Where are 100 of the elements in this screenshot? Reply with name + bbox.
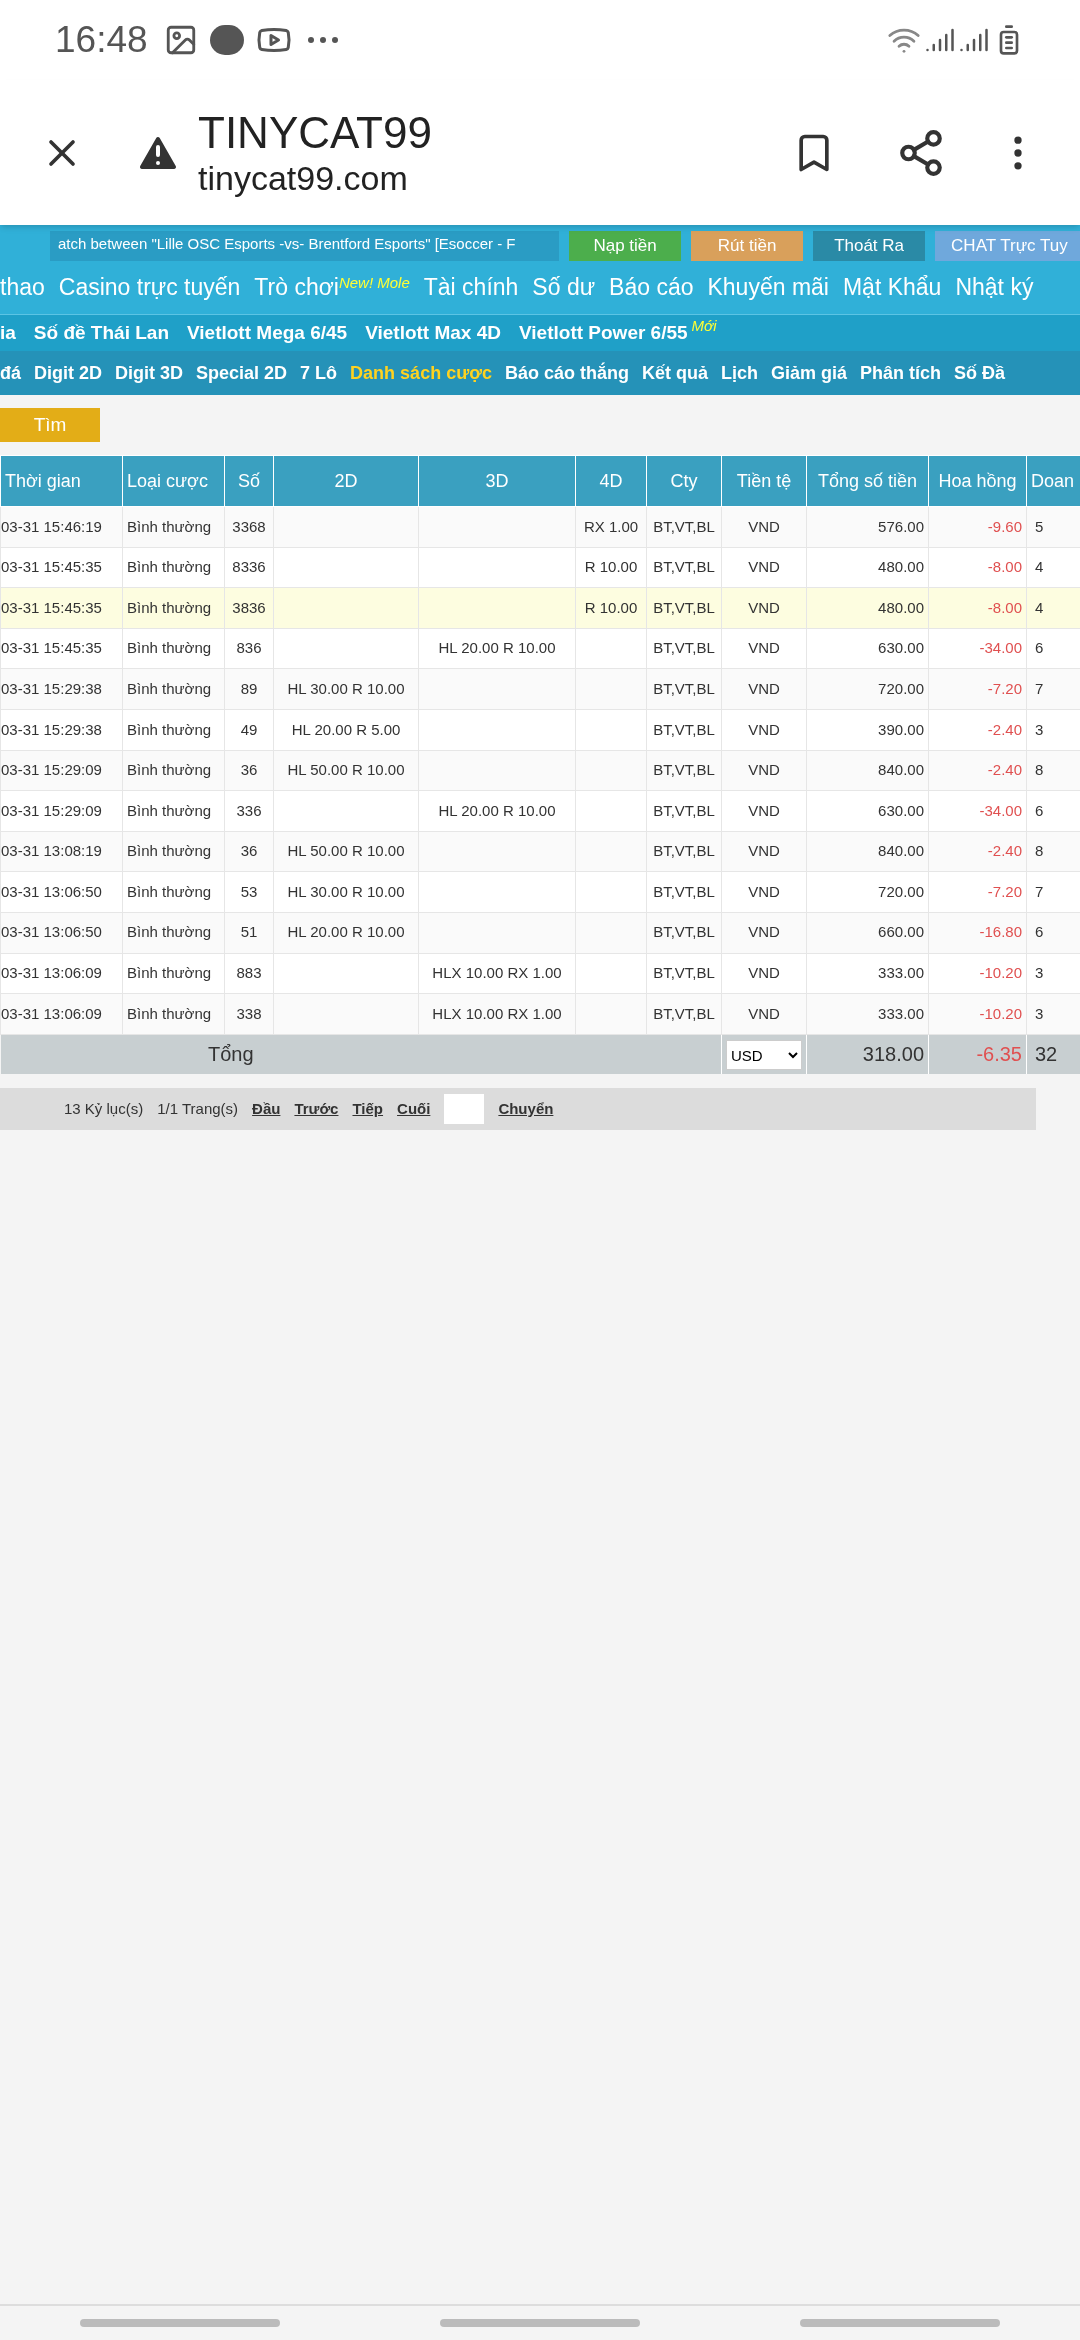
column-header: Tiền tệ <box>721 455 807 507</box>
table-cell: Bình thường <box>127 964 212 982</box>
lottery-link[interactable]: Vietlott Max 4D <box>365 318 501 348</box>
nav-link[interactable]: Số dư <box>532 270 596 305</box>
table-cell: 8336 <box>232 558 266 576</box>
nav-link[interactable]: Nhật ký <box>955 270 1034 305</box>
table-cell: Bình thường <box>127 720 212 738</box>
table-cell: 333.00 <box>878 1004 924 1022</box>
sub-nav-tab[interactable]: Phân tích <box>860 359 942 387</box>
table-cell: 03-31 15:29:38 <box>1 679 102 697</box>
table-cell: 03-31 15:29:09 <box>1 801 102 819</box>
table-cell: 49 <box>240 720 258 738</box>
nav-link[interactable]: Casino trực tuyến <box>58 270 241 305</box>
table-cell: -8.00 <box>987 598 1022 616</box>
banner-button[interactable]: Nạp tiền <box>569 231 682 261</box>
table-cell: HLX 10.00 RX 1.00 <box>432 964 562 982</box>
page-input[interactable] <box>444 1094 485 1125</box>
column-header: Cty <box>646 455 722 507</box>
go-link[interactable]: Chuyển <box>498 1097 554 1121</box>
nav-link[interactable]: thao <box>0 270 45 305</box>
search-button[interactable]: Tìm <box>0 408 100 442</box>
sub-nav-tab[interactable]: Giảm giá <box>771 359 848 387</box>
sub-nav-tab[interactable]: Báo cáo thắng <box>505 359 629 387</box>
table-cell: -7.20 <box>987 882 1022 900</box>
column-header: Thời gian <box>0 455 123 507</box>
table-cell: 03-31 15:46:19 <box>1 517 102 535</box>
sub-nav-tab[interactable]: 7 Lô <box>300 359 338 387</box>
nav-link[interactable]: Khuyến mãi <box>707 270 829 305</box>
table-row[interactable]: 03-31 13:06:09 Bình thường 883 HLX 10.00 RX 1.00 BT,VT,BL VND 333.00 -10.20 3 <box>0 953 1080 994</box>
table-cell: 480.00 <box>878 598 924 616</box>
table-cell: -34.00 <box>979 639 1022 657</box>
nav-link[interactable]: Trò chơi$^{New! Mole}$ <box>254 270 410 305</box>
table-row[interactable]: 03-31 15:29:38 Bình thường 49 HL 20.00 R 5.00 BT,VT,BL VND 390.00 -2.40 3 <box>0 709 1080 751</box>
table-cell: BT,VT,BL <box>653 1004 715 1022</box>
table-cell: -34.00 <box>979 801 1022 819</box>
table-cell: 36 <box>240 761 258 779</box>
table-cell: -2.40 <box>987 761 1022 779</box>
sub-nav-tab[interactable]: Digit 3D <box>115 359 184 387</box>
table-row[interactable]: 03-31 15:45:35 Bình thường 836 HL 20.00 R 10.00 BT,VT,BL VND 630.00 -34.00 6 <box>0 628 1080 669</box>
table-cell: 6 <box>1035 639 1044 657</box>
table-cell: 8 <box>1035 761 1044 779</box>
table-cell: VND <box>748 598 780 616</box>
table-row[interactable]: 03-31 15:29:09 Bình thường 336 HL 20.00 R 10.00 BT,VT,BL VND 630.00 -34.00 6 <box>0 790 1080 832</box>
table-row[interactable]: 03-31 13:08:19 Bình thường 36 HL 50.00 R 10.00 BT,VT,BL VND 840.00 -2.40 8 <box>0 831 1080 872</box>
sub-nav-tab[interactable]: đá <box>0 359 21 387</box>
table-cell: BT,VT,BL <box>653 882 715 900</box>
column-header: Số <box>224 455 274 507</box>
table-row[interactable]: 03-31 13:06:50 Bình thường 51 HL 20.00 R 10.00 BT,VT,BL VND 660.00 -16.80 6 <box>0 912 1080 954</box>
sub-nav-tab[interactable]: Kết quả <box>642 359 709 387</box>
table-cell: 836 <box>236 639 262 657</box>
table-cell: BT,VT,BL <box>653 558 715 576</box>
table-row[interactable]: 03-31 15:45:35 Bình thường 8336 R 10.00 BT,VT,BL VND 480.00 -8.00 4 <box>0 547 1080 588</box>
sub-nav-tab[interactable]: Digit 2D <box>34 359 103 387</box>
table-cell: 03-31 13:06:09 <box>1 1004 102 1022</box>
lottery-link[interactable]: Vietlott Mega 6/45 <box>187 318 348 348</box>
banner-button[interactable]: Rút tiền <box>691 231 804 261</box>
table-cell: VND <box>748 842 780 860</box>
table-row[interactable]: 03-31 15:29:09 Bình thường 36 HL 50.00 R 10.00 BT,VT,BL VND 840.00 -2.40 8 <box>0 750 1080 791</box>
nav-link[interactable]: Báo cáo <box>609 270 694 305</box>
table-cell: 333.00 <box>878 964 924 982</box>
table-row[interactable]: 03-31 15:46:19 Bình thường 3368 RX 1.00 BT,VT,BL VND 576.00 -9.60 5 <box>0 506 1080 548</box>
table-cell: VND <box>748 517 780 535</box>
table-cell: 390.00 <box>878 720 924 738</box>
banner-button[interactable]: Thoát Ra <box>813 231 926 261</box>
table-cell: 336 <box>236 801 262 819</box>
page-link[interactable]: Trước <box>294 1097 339 1121</box>
table-cell: 840.00 <box>878 842 924 860</box>
table-cell: -7.20 <box>987 679 1022 697</box>
table-cell: -10.20 <box>979 1004 1022 1022</box>
page-link[interactable]: Đầu <box>252 1097 281 1121</box>
table-row[interactable]: 03-31 15:29:38 Bình thường 89 HL 30.00 R 10.00 BT,VT,BL VND 720.00 -7.20 7 <box>0 668 1080 710</box>
table-cell: Bình thường <box>127 923 212 941</box>
lottery-link[interactable]: ia <box>0 318 16 348</box>
sub-nav-tab[interactable]: Số Đầ <box>954 359 1006 387</box>
table-cell: 576.00 <box>878 517 924 535</box>
table-cell: RX 1.00 <box>583 517 639 535</box>
sub-nav-tab[interactable]: Lịch <box>721 359 759 387</box>
table-cell: 6 <box>1035 923 1044 941</box>
table-cell: VND <box>748 761 780 779</box>
lottery-link[interactable]: Vietlott Power 6/55 $^{Mới}$ <box>519 318 717 348</box>
table-cell: 51 <box>240 923 258 941</box>
table-row[interactable]: 03-31 13:06:50 Bình thường 53 HL 30.00 R 10.00 BT,VT,BL VND 720.00 -7.20 7 <box>0 871 1080 913</box>
nav-link[interactable]: Mật Khẩu <box>842 270 942 305</box>
table-cell: 630.00 <box>878 639 924 657</box>
sub-nav-tab[interactable]: Danh sách cược <box>350 359 492 387</box>
sub-nav-tab[interactable]: Special 2D <box>196 359 288 387</box>
page-link[interactable]: Tiếp <box>352 1097 384 1121</box>
table-cell: Bình thường <box>127 801 212 819</box>
table-cell: HL 30.00 R 10.00 <box>287 882 405 900</box>
table-cell: 720.00 <box>878 882 924 900</box>
table-row[interactable]: 03-31 15:45:35 Bình thường 3836 R 10.00 BT,VT,BL VND 480.00 -8.00 4 <box>0 587 1080 629</box>
table-cell: Bình thường <box>127 1004 212 1022</box>
page-link[interactable]: Cuối <box>397 1097 431 1121</box>
lottery-link[interactable]: Số đề Thái Lan <box>33 318 169 348</box>
currency-select[interactable]: USD <box>726 1040 802 1071</box>
banner-button[interactable]: CHAT Trực Tuy <box>935 231 1080 261</box>
nav-link[interactable]: Tài chính <box>423 270 519 305</box>
table-cell: Bình thường <box>127 598 212 616</box>
table-row[interactable]: 03-31 13:06:09 Bình thường 338 HLX 10.00 RX 1.00 BT,VT,BL VND 333.00 -10.20 3 <box>0 993 1080 1035</box>
total-commission: -6.35 <box>976 1043 1022 1066</box>
